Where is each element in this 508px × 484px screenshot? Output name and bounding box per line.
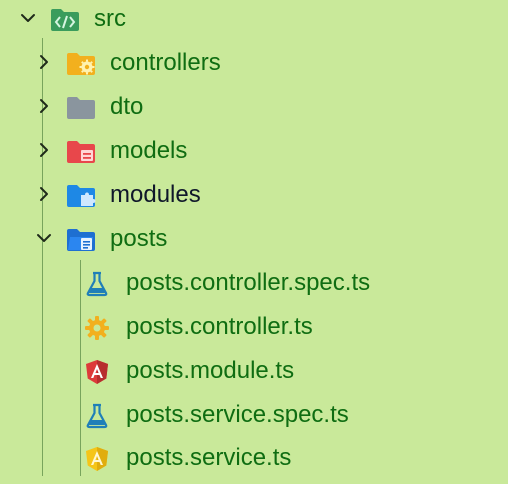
src-folder-icon bbox=[50, 7, 80, 33]
tree-row-models[interactable]: models bbox=[0, 132, 508, 176]
tree-label-posts-service-spec: posts.service.spec.ts bbox=[126, 401, 349, 428]
tree-row-dto[interactable]: dto bbox=[0, 88, 508, 132]
tree-row-posts-controller-spec[interactable]: posts.controller.spec.ts bbox=[0, 264, 508, 308]
tree-label-posts: posts bbox=[110, 225, 168, 252]
tree-row-posts[interactable]: posts bbox=[0, 220, 508, 264]
posts-folder-icon bbox=[66, 227, 96, 253]
chevron-right-icon[interactable] bbox=[34, 52, 54, 72]
dto-folder-icon bbox=[66, 95, 96, 121]
tree-label-models: models bbox=[110, 137, 188, 164]
file-explorer-tree: src controllers dto models modules posts… bbox=[0, 0, 508, 476]
controllers-folder-icon bbox=[66, 51, 96, 77]
tree-row-modules[interactable]: modules bbox=[0, 176, 508, 220]
tree-label-posts-controller: posts.controller.ts bbox=[126, 313, 313, 340]
tree-row-posts-controller[interactable]: posts.controller.ts bbox=[0, 308, 508, 352]
chevron-right-icon[interactable] bbox=[34, 184, 54, 204]
models-folder-icon bbox=[66, 139, 96, 165]
tree-label-posts-controller-spec: posts.controller.spec.ts bbox=[126, 269, 371, 296]
angular-module-icon bbox=[84, 359, 110, 385]
test-flask-icon bbox=[84, 271, 110, 297]
tree-label-dto: dto bbox=[110, 93, 144, 120]
tree-row-src[interactable]: src bbox=[0, 0, 508, 44]
chevron-down-icon[interactable] bbox=[18, 8, 38, 28]
tree-label-controllers: controllers bbox=[110, 49, 221, 76]
test-flask-icon bbox=[84, 403, 110, 429]
chevron-right-icon[interactable] bbox=[34, 140, 54, 160]
tree-row-controllers[interactable]: controllers bbox=[0, 44, 508, 88]
tree-row-posts-module[interactable]: posts.module.ts bbox=[0, 352, 508, 396]
chevron-down-icon[interactable] bbox=[34, 228, 54, 248]
tree-label-modules: modules bbox=[110, 181, 201, 208]
tree-row-posts-service-spec[interactable]: posts.service.spec.ts bbox=[0, 396, 508, 440]
tree-label-posts-module: posts.module.ts bbox=[126, 357, 295, 384]
tree-row-posts-service[interactable]: posts.service.ts bbox=[0, 440, 508, 484]
chevron-right-icon[interactable] bbox=[34, 96, 54, 116]
modules-folder-icon bbox=[66, 183, 96, 209]
controller-gear-icon bbox=[84, 315, 110, 341]
tree-label-posts-service: posts.service.ts bbox=[126, 444, 292, 471]
angular-service-icon bbox=[84, 446, 110, 472]
tree-label-src: src bbox=[94, 5, 126, 32]
